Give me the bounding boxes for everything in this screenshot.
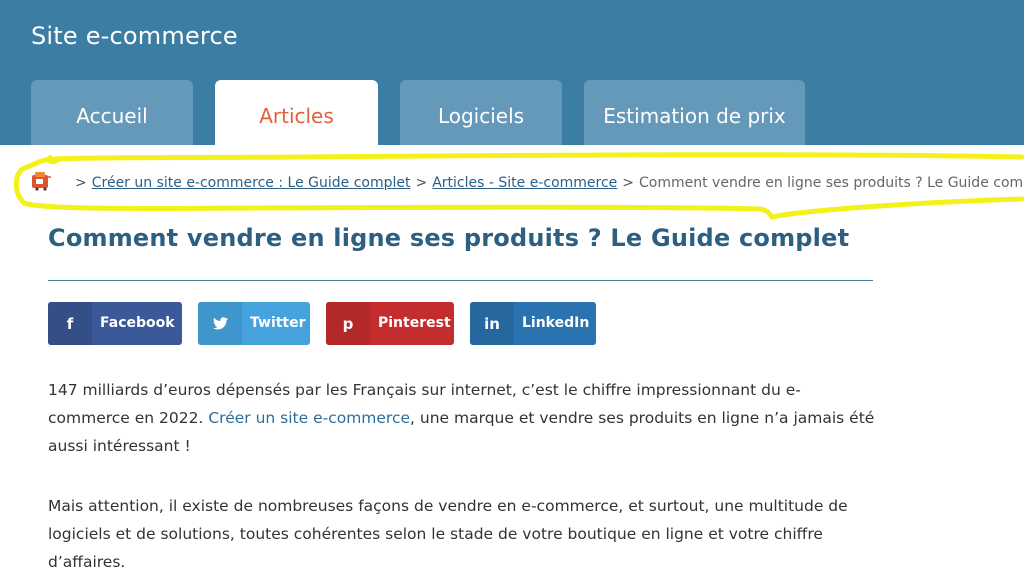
breadcrumb: > Créer un site e-commerce : Le Guide com… (30, 165, 1024, 205)
facebook-share-label: Facebook (100, 315, 175, 331)
pinterest-share-label: Pinterest (378, 315, 451, 331)
facebook-icon: f (48, 302, 92, 345)
twitter-icon (198, 302, 242, 345)
linkedin-share-button[interactable]: in LinkedIn (470, 302, 596, 345)
breadcrumb-separator: > (415, 175, 428, 191)
tab-articles[interactable]: Articles (215, 80, 378, 145)
twitter-share-label: Twitter (250, 315, 306, 331)
inline-link-creer-site[interactable]: Créer un site e-commerce (208, 409, 410, 427)
site-title[interactable]: Site e-commerce (31, 22, 238, 50)
page-title: Comment vendre en ligne ses produits ? L… (48, 224, 850, 252)
twitter-share-button[interactable]: Twitter (198, 302, 310, 345)
pinterest-share-button[interactable]: p Pinterest (326, 302, 454, 345)
breadcrumb-link-guide[interactable]: Créer un site e-commerce : Le Guide comp… (92, 175, 411, 191)
breadcrumb-separator: > (622, 175, 635, 191)
facebook-share-button[interactable]: f Facebook (48, 302, 182, 345)
linkedin-icon: in (470, 302, 514, 345)
breadcrumb-separator: > (75, 175, 87, 191)
title-divider (48, 280, 873, 281)
breadcrumb-trail: > Créer un site e-commerce : Le Guide com… (70, 175, 1024, 191)
shop-logo-icon[interactable] (30, 169, 52, 191)
tab-logiciels[interactable]: Logiciels (400, 80, 562, 145)
tab-accueil[interactable]: Accueil (31, 80, 193, 145)
pinterest-icon: p (326, 302, 370, 345)
breadcrumb-link-articles[interactable]: Articles - Site e-commerce (432, 175, 617, 191)
breadcrumb-current: Comment vendre en ligne ses produits ? L… (639, 175, 1024, 191)
linkedin-share-label: LinkedIn (522, 315, 590, 331)
body-paragraph: Mais attention, il existe de nombreuses … (48, 497, 848, 571)
intro-paragraph: 147 milliards d’euros dépensés par les F… (48, 376, 878, 460)
site-header: Site e-commerce Accueil Articles Logicie… (0, 0, 1024, 145)
tab-estimation-de-prix[interactable]: Estimation de prix (584, 80, 805, 145)
